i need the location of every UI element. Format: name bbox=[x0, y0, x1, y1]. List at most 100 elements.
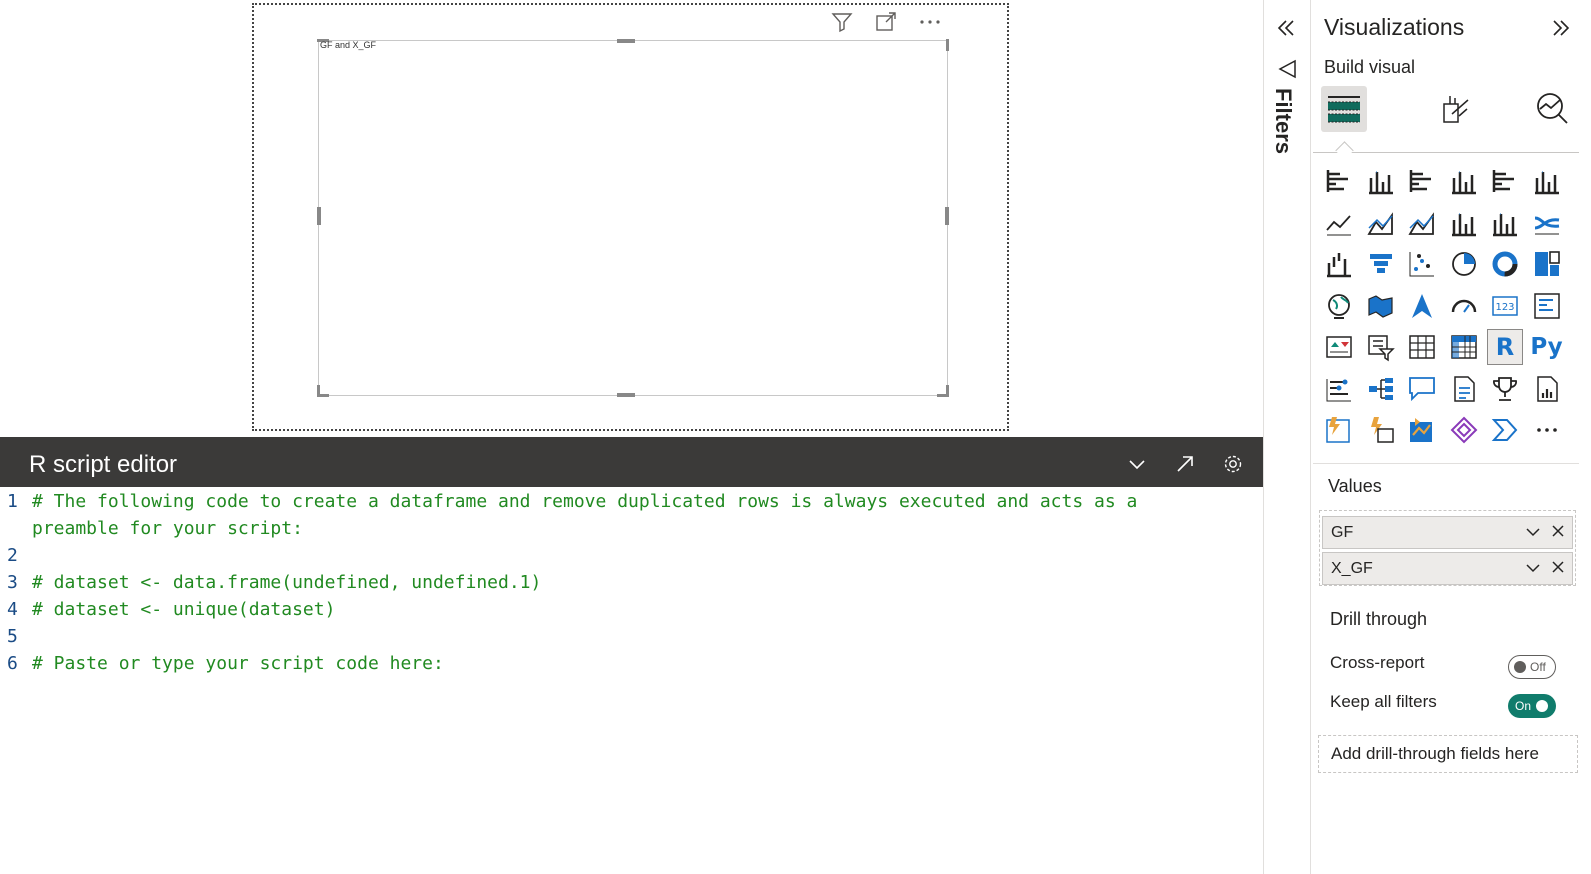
area-chart-icon[interactable] bbox=[1363, 205, 1399, 241]
qa-icon[interactable] bbox=[1404, 371, 1440, 407]
table-icon[interactable] bbox=[1404, 329, 1440, 365]
collapse-icon[interactable] bbox=[1123, 450, 1151, 478]
gauge-icon[interactable] bbox=[1446, 288, 1482, 324]
funnel-icon[interactable] bbox=[1363, 246, 1399, 282]
resize-handle[interactable] bbox=[317, 207, 321, 225]
r-editor-header bbox=[0, 437, 1263, 487]
resize-handle[interactable] bbox=[946, 39, 949, 51]
format-visual-icon[interactable] bbox=[1433, 86, 1479, 132]
scatter-chart-icon[interactable] bbox=[1404, 246, 1440, 282]
treemap-icon[interactable] bbox=[1529, 246, 1565, 282]
field-pill-gf[interactable]: GF bbox=[1322, 516, 1573, 549]
arcgis-map-icon[interactable] bbox=[1404, 412, 1440, 448]
r-script-visual-icon[interactable]: R bbox=[1487, 329, 1523, 365]
key-influencers-icon[interactable] bbox=[1321, 371, 1357, 407]
line-and-clustered-column-icon[interactable] bbox=[1487, 205, 1523, 241]
clustered-bar-chart-icon[interactable] bbox=[1404, 163, 1440, 199]
collapse-visualizations-icon[interactable] bbox=[1549, 16, 1573, 45]
resize-handle[interactable] bbox=[617, 39, 635, 43]
power-automate-icon[interactable] bbox=[1363, 412, 1399, 448]
toggle-knob bbox=[1536, 700, 1549, 712]
map-icon[interactable] bbox=[1321, 288, 1357, 324]
analytics-icon[interactable] bbox=[1530, 86, 1576, 132]
code-line: 2 bbox=[0, 542, 1280, 569]
smart-narrative-icon[interactable] bbox=[1446, 371, 1482, 407]
matrix-icon[interactable] bbox=[1446, 329, 1482, 365]
chevron-down-icon[interactable] bbox=[1524, 559, 1542, 582]
100-stacked-column-chart-icon[interactable] bbox=[1529, 163, 1565, 199]
pie-chart-icon[interactable] bbox=[1446, 246, 1482, 282]
visualizations-title: Visualizations bbox=[1324, 14, 1465, 40]
keep-all-filters-toggle[interactable]: On bbox=[1508, 694, 1556, 718]
resize-handle[interactable] bbox=[945, 207, 949, 225]
stacked-column-chart-icon[interactable] bbox=[1363, 163, 1399, 199]
field-pill-x-gf[interactable]: X_GF bbox=[1322, 552, 1573, 585]
chevron-visual-icon[interactable] bbox=[1487, 412, 1523, 448]
slicer-icon[interactable] bbox=[1363, 329, 1399, 365]
decomposition-tree-icon[interactable] bbox=[1363, 371, 1399, 407]
code-text: preamble for your script: bbox=[32, 518, 303, 539]
multi-row-card-icon[interactable] bbox=[1529, 288, 1565, 324]
code-line: preamble for your script: bbox=[0, 515, 1280, 542]
filter-icon[interactable] bbox=[830, 10, 854, 34]
cross-report-toggle[interactable]: Off bbox=[1508, 655, 1556, 679]
collapse-filters-icon[interactable] bbox=[1274, 16, 1298, 45]
line-number: 4 bbox=[7, 599, 18, 620]
drill-through-well[interactable]: Add drill-through fields here bbox=[1318, 735, 1578, 773]
code-line: 1 # The following code to create a datafr… bbox=[0, 488, 1280, 515]
code-text: # Paste or type your script code here: bbox=[32, 653, 444, 674]
line-and-stacked-column-icon[interactable] bbox=[1446, 205, 1482, 241]
gallery-divider bbox=[1313, 463, 1579, 464]
card-icon[interactable]: 123 bbox=[1487, 288, 1523, 324]
python-visual-icon[interactable]: Py bbox=[1529, 329, 1565, 365]
resize-handle[interactable] bbox=[946, 385, 949, 397]
waterfall-chart-icon[interactable] bbox=[1321, 246, 1357, 282]
filters-label[interactable]: Filters bbox=[1270, 88, 1296, 154]
code-line: 3 # dataset <- data.frame(undefined, unde… bbox=[0, 569, 1280, 596]
line-chart-icon[interactable] bbox=[1321, 205, 1357, 241]
more-visuals-icon[interactable] bbox=[1529, 412, 1565, 448]
filled-map-icon[interactable] bbox=[1363, 288, 1399, 324]
svg-text:123: 123 bbox=[1495, 302, 1514, 313]
code-line: 5 bbox=[0, 623, 1280, 650]
line-number: 5 bbox=[7, 626, 18, 647]
line-number: 6 bbox=[7, 653, 18, 674]
focus-mode-icon[interactable] bbox=[874, 10, 898, 34]
azure-map-icon[interactable] bbox=[1404, 288, 1440, 324]
drill-through-label: Drill through bbox=[1330, 609, 1428, 629]
expand-icon[interactable] bbox=[1171, 450, 1199, 478]
toggle-state: Off bbox=[1530, 660, 1546, 674]
settings-icon[interactable] bbox=[1219, 450, 1247, 478]
clustered-column-chart-icon[interactable] bbox=[1446, 163, 1482, 199]
ribbon-chart-icon[interactable] bbox=[1529, 205, 1565, 241]
resize-handle[interactable] bbox=[617, 393, 635, 397]
power-apps-icon[interactable] bbox=[1321, 412, 1357, 448]
close-icon[interactable] bbox=[1550, 523, 1566, 546]
diamond-visual-icon[interactable] bbox=[1446, 412, 1482, 448]
close-icon[interactable] bbox=[1550, 559, 1566, 582]
r-visual-placeholder[interactable] bbox=[317, 39, 949, 397]
donut-chart-icon[interactable] bbox=[1487, 246, 1523, 282]
r-editor-title: R script editor bbox=[29, 451, 178, 478]
paginated-report-icon[interactable] bbox=[1529, 371, 1565, 407]
field-name: GF bbox=[1331, 523, 1354, 541]
more-options-icon[interactable] bbox=[918, 10, 942, 34]
code-line: 6 # Paste or type your script code here: bbox=[0, 650, 1280, 677]
toggle-knob bbox=[1514, 661, 1526, 673]
chevron-down-icon[interactable] bbox=[1524, 523, 1542, 546]
code-text: # The following code to create a datafra… bbox=[32, 491, 1138, 512]
code-area[interactable]: 1 # The following code to create a datafr… bbox=[0, 488, 1280, 677]
code-line: 4 # dataset <- unique(dataset) bbox=[0, 596, 1280, 623]
filter-funnel-icon[interactable] bbox=[1276, 58, 1298, 85]
line-number: 3 bbox=[7, 572, 18, 593]
goals-icon[interactable] bbox=[1487, 371, 1523, 407]
100-stacked-bar-chart-icon[interactable] bbox=[1487, 163, 1523, 199]
build-visual-icon[interactable] bbox=[1321, 86, 1367, 132]
code-text: # dataset <- unique(dataset) bbox=[32, 599, 336, 620]
kpi-icon[interactable] bbox=[1321, 329, 1357, 365]
stacked-bar-chart-icon[interactable] bbox=[1321, 163, 1357, 199]
stacked-area-chart-icon[interactable] bbox=[1404, 205, 1440, 241]
resize-handle[interactable] bbox=[317, 385, 320, 397]
